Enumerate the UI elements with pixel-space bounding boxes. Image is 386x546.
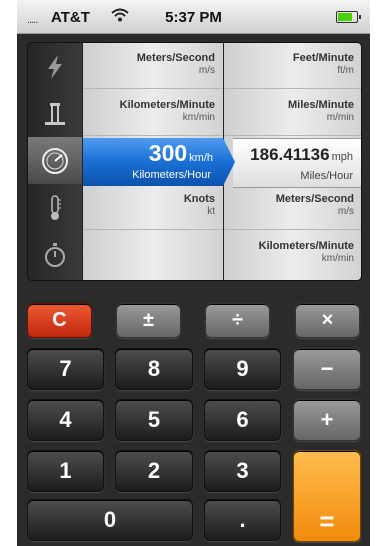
digit-4-button[interactable]: 4 <box>27 399 104 441</box>
stopwatch-icon <box>43 242 67 268</box>
minus-button[interactable]: − <box>293 348 361 390</box>
decimal-button[interactable]: . <box>204 499 281 541</box>
category-weight[interactable] <box>28 90 82 137</box>
to-unit-meters-second[interactable]: Meters/Second m/s <box>224 184 361 230</box>
input-value: 300 <box>148 140 188 166</box>
status-bar: ..... AT&T 5:37 PM <box>17 0 370 34</box>
category-time[interactable] <box>28 231 82 278</box>
digit-5-button[interactable]: 5 <box>115 399 193 441</box>
unit-converter-panel: Meters/Second m/s Kilometers/Minute km/m… <box>27 42 362 281</box>
app-screen: ..... AT&T 5:37 PM Meters/Second m/s Kil… <box>17 0 370 546</box>
to-unit-kilometers-minute[interactable]: Kilometers/Minute km/min <box>224 231 361 277</box>
category-column <box>28 43 82 280</box>
input-value-display[interactable]: 300 km/h Kilometers/Hour <box>83 138 235 186</box>
category-temperature[interactable] <box>28 184 82 231</box>
multiply-button[interactable]: × <box>295 303 360 338</box>
status-time: 5:37 PM <box>165 9 222 26</box>
plus-button[interactable]: + <box>293 399 361 441</box>
to-unit-miles-minute[interactable]: Miles/Minute m/min <box>224 90 361 136</box>
thermometer-icon <box>46 194 64 222</box>
digit-3-button[interactable]: 3 <box>204 450 281 492</box>
plus-minus-button[interactable]: ± <box>116 303 181 338</box>
speedometer-icon <box>40 146 70 176</box>
digit-2-button[interactable]: 2 <box>115 450 193 492</box>
from-unit-kilometers-minute[interactable]: Kilometers/Minute km/min <box>83 90 223 136</box>
category-speed[interactable] <box>28 137 82 184</box>
converted-value: 186.41136 <box>250 145 330 164</box>
digit-1-button[interactable]: 1 <box>27 450 104 492</box>
equals-button[interactable]: = <box>293 450 361 542</box>
input-unit-abbr: km/h <box>189 152 213 164</box>
digit-9-button[interactable]: 9 <box>204 348 281 390</box>
from-unit-meters-second[interactable]: Meters/Second m/s <box>83 43 223 89</box>
digit-8-button[interactable]: 8 <box>115 348 193 390</box>
input-unit-name: Kilometers/Hour <box>132 169 211 181</box>
category-energy[interactable] <box>28 43 82 90</box>
converted-unit-abbr: mph <box>331 151 353 163</box>
clear-button[interactable]: C <box>27 303 92 338</box>
weight-icon <box>42 100 68 128</box>
converted-value-display: 186.41136 mph Miles/Hour <box>233 138 361 188</box>
digit-6-button[interactable]: 6 <box>204 399 281 441</box>
to-unit-feet-minute[interactable]: Feet/Minute ft/m <box>224 43 361 89</box>
converted-unit-name: Miles/Hour <box>300 170 353 182</box>
from-unit-knots[interactable]: Knots kt <box>83 184 223 230</box>
digit-7-button[interactable]: 7 <box>27 348 104 390</box>
lightning-icon <box>45 54 65 80</box>
divide-button[interactable]: ÷ <box>205 303 270 338</box>
battery-icon <box>336 11 361 23</box>
digit-0-button[interactable]: 0 <box>27 499 193 541</box>
from-unit-empty <box>83 231 223 277</box>
